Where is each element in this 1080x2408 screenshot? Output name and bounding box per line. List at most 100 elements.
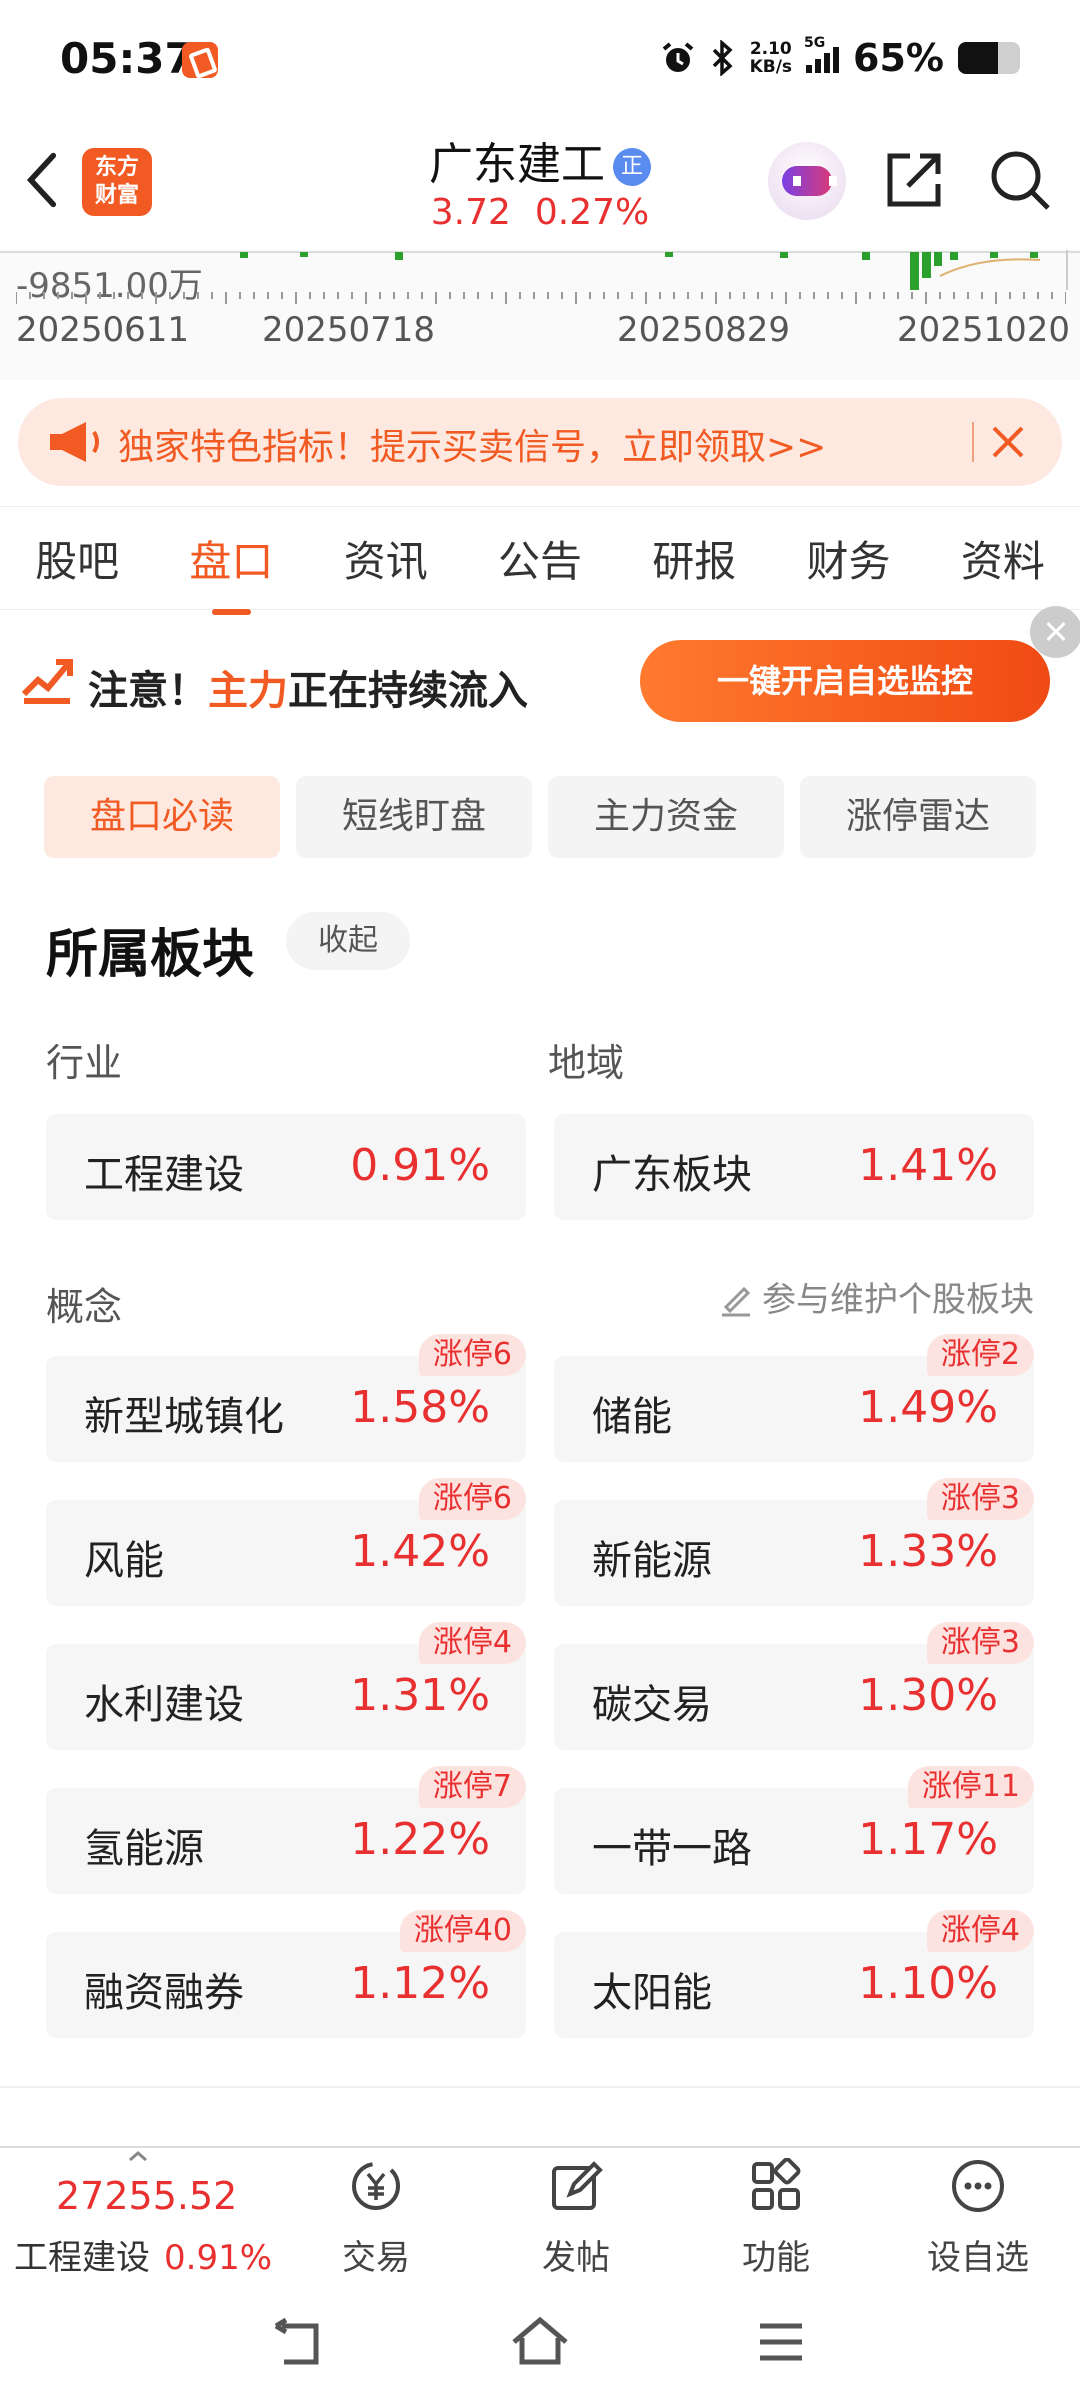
concept-card[interactable]: 新能源 1.33% 涨停3 [554, 1478, 1034, 1606]
fund-flow-notice: 注意！主力正在持续流入 [88, 668, 528, 714]
subtab-must-read[interactable]: 盘口必读 [44, 776, 280, 858]
stock-name: 广东建工 [429, 139, 605, 190]
tab-announcements[interactable]: 公告 [492, 528, 588, 589]
concept-name: 氢能源 [84, 1826, 204, 1872]
limit-up-badge: 涨停4 [926, 1910, 1034, 1952]
limit-up-badge: 涨停6 [418, 1478, 526, 1520]
system-nav-bar [0, 2282, 1080, 2408]
banner-divider [972, 422, 974, 462]
more-dots-icon [952, 2160, 1004, 2212]
yuan-exchange-icon [352, 2162, 400, 2210]
stock-change-pct: 0.27% [534, 192, 650, 233]
subtab-short-term[interactable]: 短线盯盘 [296, 776, 532, 858]
limit-up-badge: 涨停3 [926, 1478, 1034, 1520]
concept-name: 新型城镇化 [84, 1394, 284, 1440]
bottom-bar: 27255.52 工程建设 0.91% 交易 发帖 功能 设自选 [0, 2146, 1080, 2282]
battery-percent: 65% [853, 36, 944, 80]
limit-up-badge: 涨停6 [418, 1334, 526, 1376]
concept-card[interactable]: 一带一路 1.17% 涨停11 [554, 1766, 1034, 1894]
concept-card[interactable]: 氢能源 1.22% 涨停7 [46, 1766, 526, 1894]
concept-name: 太阳能 [592, 1970, 712, 2016]
concept-name: 碳交易 [592, 1682, 712, 1728]
tab-pankou[interactable]: 盘口 [183, 528, 279, 615]
tab-finance[interactable]: 财务 [801, 528, 897, 589]
concept-card[interactable]: 储能 1.49% 涨停2 [554, 1334, 1034, 1462]
cert-badge: 正 [613, 148, 651, 186]
enable-monitor-button[interactable]: 一键开启自选监控 [640, 640, 1050, 722]
trend-up-icon [21, 659, 73, 704]
region-card[interactable]: 广东板块 1.41% [554, 1114, 1034, 1220]
tab-research[interactable]: 研报 [646, 528, 742, 589]
concept-card[interactable]: 风能 1.42% 涨停6 [46, 1478, 526, 1606]
concept-card[interactable]: 融资融券 1.12% 涨停40 [46, 1910, 526, 2038]
share-icon[interactable] [880, 146, 948, 214]
expand-up-icon[interactable] [126, 2150, 150, 2162]
notification-app-icon [182, 42, 218, 78]
concept-card[interactable]: 太阳能 1.10% 涨停4 [554, 1910, 1034, 2038]
tab-profile[interactable]: 资料 [955, 528, 1051, 589]
subtab-limit-up-radar[interactable]: 涨停雷达 [800, 776, 1036, 858]
date-label-2: 20250718 [262, 310, 436, 350]
concept-card[interactable]: 新型城镇化 1.58% 涨停6 [46, 1334, 526, 1462]
date-label-4: 20251020 [897, 310, 1071, 350]
limit-up-badge: 涨停2 [926, 1334, 1034, 1376]
add-watchlist-button[interactable]: 设自选 [908, 2158, 1048, 2279]
limit-up-badge: 涨停40 [399, 1910, 526, 1952]
battery-icon [958, 42, 1020, 74]
concept-pct: 1.31% [350, 1670, 490, 1721]
grid-apps-icon [752, 2157, 801, 2210]
concept-name: 融资融券 [84, 1970, 244, 2016]
search-icon[interactable] [986, 146, 1054, 214]
notice-close-icon[interactable] [1030, 606, 1080, 658]
concept-pct: 1.17% [858, 1814, 998, 1865]
edit-icon [722, 1286, 751, 1317]
concept-name: 储能 [592, 1394, 672, 1440]
signal-icon: 5G [804, 35, 840, 73]
index-value[interactable]: 27255.52 [56, 2174, 237, 2218]
date-label-1: 20250611 [16, 310, 190, 350]
concept-label: 概念 [46, 1285, 123, 1329]
main-tabs: 股吧 盘口 资讯 公告 研报 财务 资料 [0, 506, 1080, 615]
status-bar: 05:37 2.10 KB/s 5G 65% [0, 0, 1080, 120]
chart-ticks [16, 292, 1066, 304]
concept-pct: 1.30% [858, 1670, 998, 1721]
concept-card[interactable]: 水利建设 1.31% 涨停4 [46, 1622, 526, 1750]
concept-name: 水利建设 [84, 1682, 244, 1728]
concept-pct: 1.49% [858, 1382, 998, 1433]
section-divider [0, 2086, 1080, 2088]
bluetooth-icon [712, 40, 733, 76]
megaphone-icon [50, 422, 99, 462]
post-button[interactable]: 发帖 [506, 2158, 646, 2279]
industry-card[interactable]: 工程建设 0.91% [46, 1114, 526, 1220]
system-home-icon[interactable] [508, 2314, 572, 2370]
concept-name: 一带一路 [592, 1826, 752, 1872]
concept-pct: 1.12% [350, 1958, 490, 2009]
concept-card[interactable]: 碳交易 1.30% 涨停3 [554, 1622, 1034, 1750]
index-name[interactable]: 工程建设 0.91% [14, 2230, 272, 2279]
subtab-main-funds[interactable]: 主力资金 [548, 776, 784, 858]
functions-button[interactable]: 功能 [706, 2157, 846, 2279]
tab-guba[interactable]: 股吧 [29, 528, 125, 589]
region-label: 地域 [548, 1041, 625, 1085]
edit-post-icon [552, 2161, 603, 2210]
limit-up-badge: 涨停7 [418, 1766, 526, 1808]
trade-button[interactable]: 交易 [306, 2158, 446, 2279]
stock-price: 3.72 [430, 192, 511, 233]
limit-up-badge: 涨停3 [926, 1622, 1034, 1664]
tab-news[interactable]: 资讯 [338, 528, 434, 589]
system-back-icon[interactable] [272, 2318, 328, 2370]
limit-up-badge: 涨停4 [418, 1622, 526, 1664]
system-menu-icon[interactable] [756, 2320, 806, 2364]
banner-close-icon[interactable] [988, 422, 1028, 462]
clock: 05:37 [60, 34, 194, 83]
collapse-button[interactable]: 收起 [286, 912, 410, 970]
concept-pct: 1.10% [858, 1958, 998, 2009]
sectors-title: 所属板块 [46, 925, 255, 985]
ai-assistant-icon[interactable] [768, 142, 846, 220]
concept-name: 风能 [84, 1538, 164, 1584]
net-speed: 2.10 KB/s [749, 39, 793, 77]
maintain-sectors-link[interactable]: 参与维护个股板块 [718, 1272, 1034, 1321]
concept-pct: 1.42% [350, 1526, 490, 1577]
promo-banner[interactable]: 独家特色指标！提示买卖信号，立即领取>> [18, 398, 1062, 486]
banner-text: 独家特色指标！提示买卖信号，立即领取>> [118, 427, 827, 468]
